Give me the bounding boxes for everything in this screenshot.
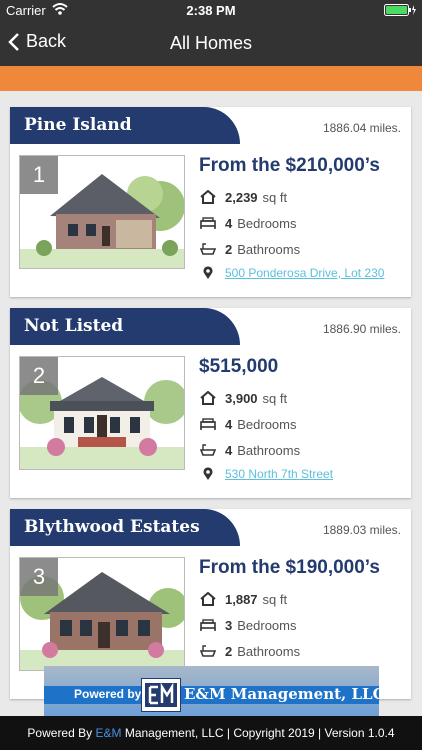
- home-price: From the $190,000’s: [199, 557, 380, 578]
- sqft-label: sq ft: [262, 390, 288, 406]
- sqft-value: 3,900: [225, 390, 258, 406]
- bathrooms-value: 4: [225, 442, 233, 458]
- page-title: All Homes: [169, 33, 253, 53]
- address-row[interactable]: 500 Ponderosa Drive, Lot 230: [199, 265, 384, 281]
- bed-icon: [199, 215, 217, 231]
- homes-list[interactable]: Pine Island 1886.04 miles. 1 From the $2…: [0, 91, 422, 716]
- banner-powered-label: Powered by: [74, 687, 142, 701]
- home-price: From the $210,000’s: [199, 155, 380, 176]
- home-number: 2: [20, 357, 58, 395]
- home-distance: 1889.03 miles.: [322, 523, 401, 537]
- footer-brand: E&M: [95, 726, 122, 740]
- bathrooms-row: 2 Bathrooms: [199, 643, 300, 659]
- bedrooms-label: Bedrooms: [237, 617, 297, 633]
- bedrooms-value: 3: [225, 617, 233, 633]
- house-icon: [199, 189, 217, 205]
- status-bar: Carrier 2:38 PM: [0, 0, 422, 20]
- banner-company-name: E&M Management, LLC: [184, 685, 379, 703]
- bathrooms-label: Bathrooms: [237, 442, 301, 458]
- bedrooms-row: 4 Bedrooms: [199, 215, 296, 231]
- sqft-value: 1,887: [225, 591, 258, 607]
- sqft-row: 1,887 sq ft: [199, 591, 287, 607]
- sqft-row: 3,900 sq ft: [199, 390, 287, 406]
- bathtub-icon: [199, 442, 217, 458]
- bathrooms-label: Bathrooms: [237, 643, 301, 659]
- home-number: 1: [20, 156, 58, 194]
- bedrooms-value: 4: [225, 416, 233, 432]
- home-name: Not Listed: [24, 316, 124, 336]
- bed-icon: [199, 416, 217, 432]
- footer-suffix: Management, LLC | Copyright 2019 | Versi…: [121, 726, 395, 740]
- bathrooms-value: 2: [225, 241, 233, 257]
- status-time: 2:38 PM: [186, 3, 236, 18]
- card-header: Pine Island: [10, 107, 240, 144]
- home-card[interactable]: Pine Island 1886.04 miles. 1 From the $2…: [10, 107, 411, 297]
- location-pin-icon: [199, 466, 217, 482]
- bedrooms-label: Bedrooms: [237, 215, 297, 231]
- card-header: Blythwood Estates: [10, 509, 240, 546]
- footer-bar: Powered By E&M Management, LLC | Copyrig…: [0, 716, 422, 750]
- bathrooms-label: Bathrooms: [237, 241, 301, 257]
- home-price: $515,000: [199, 356, 279, 377]
- address-link[interactable]: 530 North 7th Street: [225, 467, 333, 481]
- home-image[interactable]: 1: [19, 155, 185, 269]
- battery-icon: [384, 4, 416, 19]
- card-header: Not Listed: [10, 308, 240, 345]
- bathtub-icon: [199, 643, 217, 659]
- bedrooms-value: 4: [225, 215, 233, 231]
- bathrooms-row: 2 Bathrooms: [199, 241, 300, 257]
- sqft-row: 2,239 sq ft: [199, 189, 287, 205]
- bathtub-icon: [199, 241, 217, 257]
- sqft-value: 2,239: [225, 189, 258, 205]
- em-logo-icon: [141, 678, 181, 712]
- address-link[interactable]: 500 Ponderosa Drive, Lot 230: [225, 266, 384, 280]
- bed-icon: [199, 617, 217, 633]
- accent-bar: [0, 66, 422, 91]
- home-distance: 1886.90 miles.: [322, 322, 401, 336]
- house-icon: [199, 591, 217, 607]
- home-distance: 1886.04 miles.: [322, 121, 401, 135]
- bedrooms-row: 4 Bedrooms: [199, 416, 296, 432]
- bathrooms-value: 2: [225, 643, 233, 659]
- address-row[interactable]: 530 North 7th Street: [199, 466, 333, 482]
- sqft-label: sq ft: [262, 189, 288, 205]
- home-image[interactable]: 2: [19, 356, 185, 470]
- home-number: 3: [20, 558, 58, 596]
- bedrooms-row: 3 Bedrooms: [199, 617, 296, 633]
- bathrooms-row: 4 Bathrooms: [199, 442, 300, 458]
- ad-banner[interactable]: Powered by E&M Management, LLC: [44, 666, 379, 716]
- bedrooms-label: Bedrooms: [237, 416, 297, 432]
- home-name: Blythwood Estates: [24, 517, 200, 537]
- home-card[interactable]: Not Listed 1886.90 miles. 2 $515,000 3,9…: [10, 308, 411, 498]
- location-pin-icon: [199, 265, 217, 281]
- home-image[interactable]: 3: [19, 557, 185, 671]
- sqft-label: sq ft: [262, 591, 288, 607]
- home-name: Pine Island: [24, 115, 132, 135]
- nav-bar: Back All Homes: [0, 20, 422, 66]
- house-icon: [199, 390, 217, 406]
- footer-prefix: Powered By: [27, 726, 96, 740]
